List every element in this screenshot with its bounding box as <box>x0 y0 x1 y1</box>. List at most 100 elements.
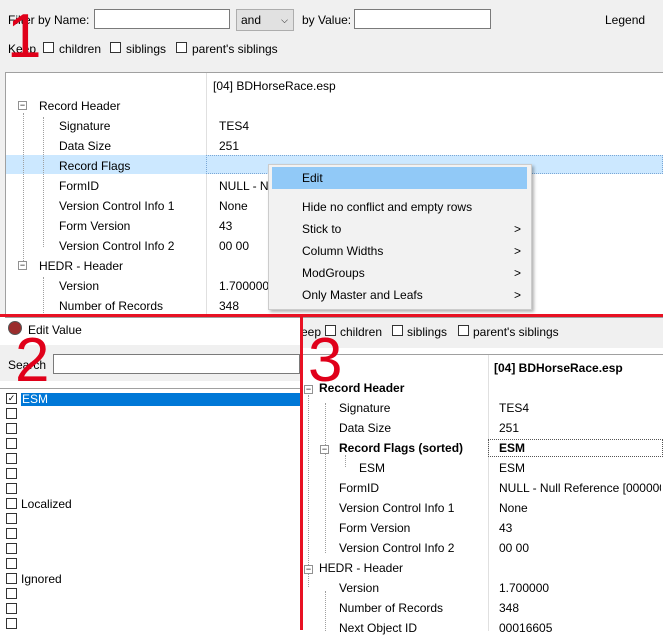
tree-row-value[interactable]: 00 00 <box>499 538 529 558</box>
flag-checklist-item[interactable] <box>6 407 300 422</box>
tree-row-value[interactable]: 43 <box>499 518 512 538</box>
menu-item-column-widths[interactable]: Column Widths > <box>269 240 531 262</box>
flag-checklist-item[interactable] <box>6 482 300 497</box>
tree-row-label[interactable]: Version Control Info 2 <box>339 538 454 558</box>
keep-siblings-checkbox[interactable] <box>392 325 403 336</box>
sorted-record-tree[interactable]: [04] BDHorseRace.esp − − − Record Header… <box>303 354 663 635</box>
flag-checkbox[interactable] <box>6 543 17 554</box>
tree-row-value[interactable]: 251 <box>219 136 239 156</box>
tree-row-value[interactable]: None <box>499 498 528 518</box>
flag-checkbox[interactable] <box>6 588 17 599</box>
tree-row-label[interactable]: Version Control Info 2 <box>59 236 174 256</box>
tree-row-label[interactable]: Record Header <box>39 96 120 116</box>
keep-parents-siblings-checkbox[interactable] <box>176 42 187 53</box>
column-header-plugin[interactable]: [04] BDHorseRace.esp <box>213 79 336 93</box>
tree-row-label[interactable]: HEDR - Header <box>319 558 403 578</box>
filter-name-input[interactable] <box>94 9 230 29</box>
tree-row-value[interactable]: TES4 <box>219 116 249 136</box>
flag-checklist-item[interactable] <box>6 422 300 437</box>
flag-checkbox[interactable] <box>6 453 17 464</box>
flag-checklist-item[interactable] <box>6 467 300 482</box>
menu-item-only-master-and-leafs[interactable]: Only Master and Leafs > <box>269 284 531 306</box>
filter-value-input[interactable] <box>354 9 491 29</box>
tree-row-value[interactable]: ESM <box>499 438 525 458</box>
tree-row-label[interactable]: Data Size <box>59 136 111 156</box>
menu-item-stick-to[interactable]: Stick to > <box>269 218 531 240</box>
flag-checkbox[interactable] <box>6 513 17 524</box>
flag-checkbox[interactable] <box>6 603 17 614</box>
tree-row-label[interactable]: Next Object ID <box>339 618 417 638</box>
column-header-plugin[interactable]: [04] BDHorseRace.esp <box>494 361 623 375</box>
flag-checklist-item[interactable]: Ignored <box>6 572 300 587</box>
tree-row-label[interactable]: Form Version <box>59 216 130 236</box>
tree-row-value[interactable]: 1.700000 <box>219 276 269 296</box>
tree-row-label[interactable]: Version <box>339 578 379 598</box>
tree-row-value[interactable]: 1.700000 <box>499 578 549 598</box>
flag-checkbox[interactable] <box>6 438 17 449</box>
flag-checklist-item[interactable] <box>6 602 300 617</box>
flag-checkbox[interactable] <box>6 408 17 419</box>
flag-checkbox[interactable] <box>6 573 17 584</box>
tree-line <box>43 277 44 317</box>
tree-row-label[interactable]: ESM <box>359 458 385 478</box>
flag-checkbox[interactable] <box>6 528 17 539</box>
flag-checkbox[interactable] <box>6 423 17 434</box>
menu-item-edit[interactable]: Edit <box>269 167 531 189</box>
search-input[interactable] <box>53 354 300 374</box>
collapse-icon[interactable]: − <box>304 565 313 574</box>
tree-row-value[interactable]: None <box>219 196 248 216</box>
and-or-dropdown[interactable]: and ⌵ <box>236 9 294 31</box>
tree-row-label[interactable]: Record Flags (sorted) <box>339 438 463 458</box>
menu-item-modgroups[interactable]: ModGroups > <box>269 262 531 284</box>
flag-checklist-item[interactable] <box>6 527 300 542</box>
annotation-number-1: 1 <box>7 2 42 71</box>
collapse-icon[interactable]: − <box>320 445 329 454</box>
tree-row-label[interactable]: Signature <box>59 116 110 136</box>
tree-row-value[interactable]: 00 00 <box>219 236 249 256</box>
tree-row-value[interactable]: TES4 <box>499 398 529 418</box>
tree-row-label[interactable]: HEDR - Header <box>39 256 123 276</box>
flag-checklist-item[interactable] <box>6 587 300 602</box>
tree-row-label[interactable]: FormID <box>339 478 379 498</box>
tree-row-label[interactable]: Version Control Info 1 <box>339 498 454 518</box>
flag-checkbox[interactable] <box>6 498 17 509</box>
tree-row-label[interactable]: Version <box>59 276 99 296</box>
collapse-icon[interactable]: − <box>18 261 27 270</box>
collapse-icon[interactable]: − <box>18 101 27 110</box>
keep-siblings-label: siblings <box>407 325 448 339</box>
flag-checklist-item[interactable]: ✓ ESM <box>6 392 300 407</box>
tree-row-value[interactable]: NULL - Null Reference [00000000] <box>499 478 661 498</box>
tree-row-label[interactable]: FormID <box>59 176 99 196</box>
tree-row-value[interactable]: 348 <box>219 296 239 316</box>
tree-row-label[interactable]: Record Flags <box>59 156 130 176</box>
tree-row-label[interactable]: Form Version <box>339 518 410 538</box>
menu-item-hide-no-conflict[interactable]: Hide no conflict and empty rows <box>269 196 531 218</box>
flag-checklist-item[interactable]: Localized <box>6 497 300 512</box>
legend-button[interactable]: Legend <box>605 13 645 27</box>
flag-checklist-item[interactable] <box>6 542 300 557</box>
flag-checklist-item[interactable] <box>6 557 300 572</box>
flag-checkbox[interactable] <box>6 558 17 569</box>
flag-checklist-item[interactable] <box>6 437 300 452</box>
tree-row-value[interactable]: 43 <box>219 216 232 236</box>
tree-line <box>43 117 44 247</box>
tree-row-value[interactable]: ESM <box>499 458 525 478</box>
tree-row-label[interactable]: Number of Records <box>59 296 163 316</box>
keep-parents-siblings-checkbox[interactable] <box>458 325 469 336</box>
tree-row-label[interactable]: Version Control Info 1 <box>59 196 174 216</box>
keep-children-checkbox[interactable] <box>43 42 54 53</box>
flag-checkbox[interactable] <box>6 468 17 479</box>
tree-row-value[interactable]: 251 <box>499 418 519 438</box>
flag-checklist-item[interactable] <box>6 452 300 467</box>
flags-checklist[interactable]: ✓ ESM Localized Ignored <box>0 388 300 631</box>
flag-checkbox[interactable] <box>6 618 17 629</box>
tree-row-value[interactable]: NULL - N <box>219 176 269 196</box>
tree-row-label[interactable]: Signature <box>339 398 390 418</box>
keep-siblings-checkbox[interactable] <box>110 42 121 53</box>
flag-checkbox[interactable] <box>6 483 17 494</box>
tree-row-value[interactable]: 348 <box>499 598 519 618</box>
tree-row-label[interactable]: Number of Records <box>339 598 443 618</box>
flag-checklist-item[interactable] <box>6 512 300 527</box>
tree-row-value[interactable]: 00016605 <box>499 618 552 638</box>
tree-row-label[interactable]: Data Size <box>339 418 391 438</box>
